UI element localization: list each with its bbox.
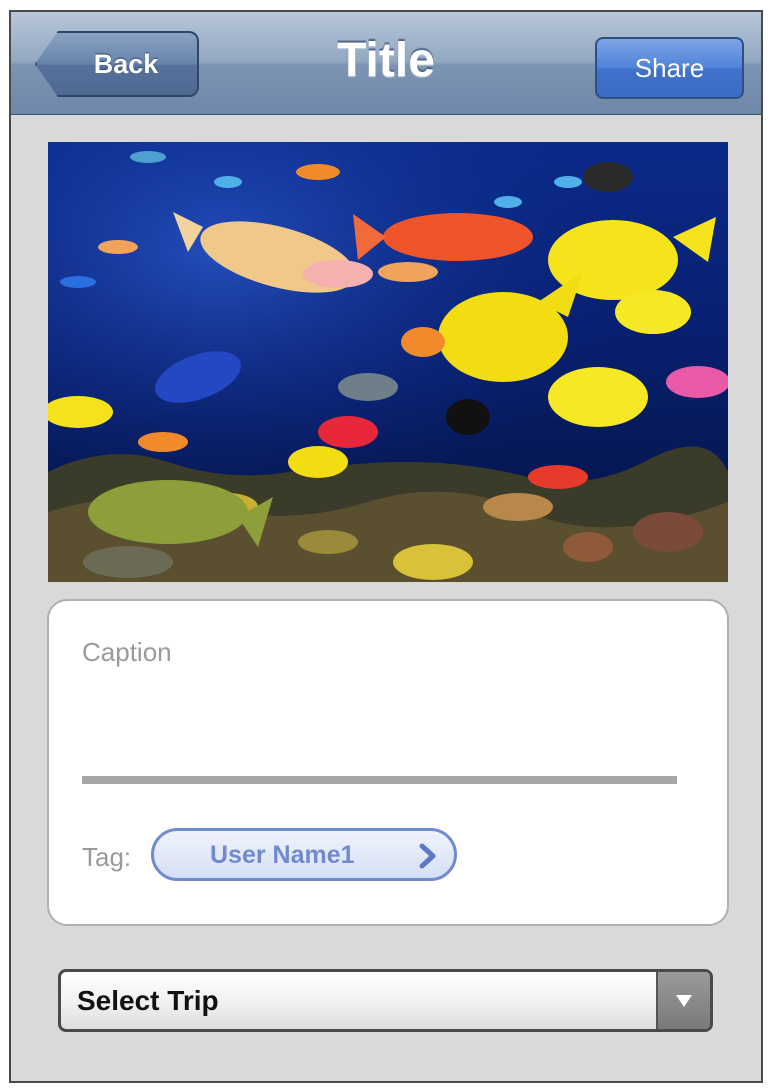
- share-button[interactable]: Share: [595, 37, 744, 99]
- chevron-right-icon: [419, 843, 436, 869]
- aquarium-photo: [48, 142, 728, 582]
- dropdown-arrow[interactable]: [656, 972, 710, 1029]
- tag-user-name: User Name1: [210, 841, 355, 869]
- app-screen: Back Title Share Caption Tag: User Name1…: [9, 10, 763, 1083]
- back-button[interactable]: Back: [35, 31, 199, 97]
- navigation-bar: Back Title Share: [11, 12, 761, 115]
- tag-user-button[interactable]: User Name1: [151, 828, 457, 881]
- caption-input[interactable]: Caption: [82, 637, 172, 668]
- select-trip-value: Select Trip: [77, 985, 219, 1016]
- select-trip-dropdown[interactable]: Select Trip: [58, 969, 713, 1032]
- caption-divider: [82, 776, 677, 784]
- page-title: Title: [337, 34, 435, 87]
- back-button-label: Back: [93, 48, 159, 79]
- triangle-down-icon: [676, 994, 692, 1007]
- caption-card: Caption Tag: User Name1: [47, 599, 729, 926]
- share-button-label: Share: [634, 52, 705, 83]
- tag-label: Tag:: [82, 842, 132, 872]
